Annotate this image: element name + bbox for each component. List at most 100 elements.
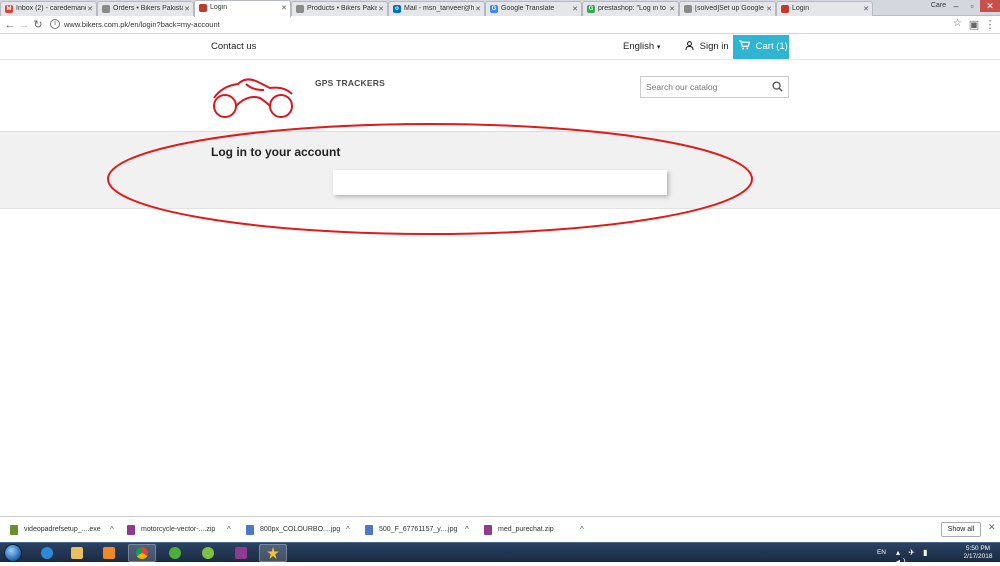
language-label: English — [623, 41, 655, 52]
login-form-container — [333, 170, 667, 195]
tab-8[interactable]: [solved]Set up Google ✕ — [679, 1, 776, 16]
tab-2[interactable]: Orders • Bikers Pakistan ✕ — [97, 1, 194, 16]
tab-favicon-icon: G — [490, 5, 498, 13]
window-controls: – ▫ ✕ — [948, 0, 1000, 14]
windows-taskbar: EN ▴ ✈ ▮ ◂) 5:50 PM 2/17/2018 — [0, 542, 1000, 566]
page-content: Log in to your account — [0, 132, 1000, 209]
tab-close-icon[interactable]: ✕ — [184, 5, 190, 13]
shopping-cart-icon — [739, 40, 751, 50]
editor-app-icon[interactable] — [194, 544, 222, 562]
show-all-button[interactable]: Show all — [941, 522, 981, 537]
start-button-icon[interactable] — [4, 544, 22, 562]
file-icon — [246, 525, 254, 535]
tab-label: Products • Bikers Pakista — [307, 5, 377, 12]
media-player-icon[interactable] — [95, 544, 123, 562]
download-options-caret-icon[interactable]: ^ — [110, 522, 114, 538]
tab-close-icon[interactable]: ✕ — [281, 4, 287, 12]
chrome-icon[interactable] — [128, 544, 156, 562]
download-item[interactable]: motorcycle-vector-....zip ^ — [127, 522, 235, 538]
clock[interactable]: 5:50 PM 2/17/2018 — [962, 545, 994, 561]
menu-item-gps-trackers[interactable]: GPS TRACKERS — [315, 78, 385, 88]
tab-1[interactable]: M Inbox (2) - caredemand ✕ — [0, 1, 97, 16]
maximize-icon[interactable]: ▫ — [964, 0, 980, 12]
close-shelf-icon[interactable]: ✕ — [988, 522, 996, 533]
file-explorer-icon[interactable] — [63, 544, 91, 562]
tab-label: Login — [210, 4, 228, 11]
tab-label: Login — [792, 5, 810, 12]
minimize-icon[interactable]: – — [948, 0, 964, 12]
tab-close-icon[interactable]: ✕ — [766, 5, 772, 13]
contact-us-link[interactable]: Contact us — [211, 41, 256, 52]
winrar-icon[interactable] — [227, 544, 255, 562]
tab-favicon-icon — [199, 4, 207, 12]
utorrent-icon[interactable] — [161, 544, 189, 562]
search-widget — [640, 76, 789, 98]
tab-favicon-icon — [684, 5, 692, 13]
tab-close-icon[interactable]: ✕ — [378, 5, 384, 13]
back-arrow-icon[interactable]: ← — [4, 18, 16, 32]
cart-button[interactable]: Cart (1) — [733, 35, 789, 59]
tab-7[interactable]: Gprestashop: "Log in to y ✕ — [582, 1, 679, 16]
screenshot-extension-icon[interactable]: ▣ — [968, 18, 980, 32]
download-filename: videopadrefsetup_....exe — [24, 526, 101, 533]
page-title: Log in to your account — [211, 145, 341, 159]
input-language[interactable]: EN — [877, 549, 886, 556]
download-filename: med_purechat.zip — [498, 526, 554, 533]
tab-label: prestashop: "Log in to y — [598, 5, 668, 12]
tab-9[interactable]: Login ✕ — [776, 1, 873, 16]
tab-5[interactable]: o Mail - msn_tanveer@ho ✕ — [388, 1, 485, 16]
tab-favicon-icon — [781, 5, 789, 13]
motorcycle-logo-icon[interactable] — [208, 72, 298, 123]
tab-favicon-icon: M — [5, 5, 13, 13]
download-options-caret-icon[interactable]: ^ — [227, 522, 231, 538]
tab-close-icon[interactable]: ✕ — [572, 5, 578, 13]
tab-label: Orders • Bikers Pakistan — [113, 5, 183, 12]
site-info-icon[interactable]: i — [50, 19, 60, 29]
tray-icons[interactable]: ▴ ✈ ▮ ◂) — [896, 548, 946, 566]
tab-4[interactable]: Products • Bikers Pakista✕ — [291, 1, 388, 16]
tab-close-icon[interactable]: ✕ — [669, 5, 675, 13]
internet-explorer-icon[interactable] — [33, 544, 61, 562]
sign-in-label: Sign in — [699, 41, 729, 52]
user-icon — [685, 41, 694, 51]
download-item[interactable]: med_purechat.zip ^ — [484, 522, 592, 538]
tab-label: [solved]Set up Google — [695, 5, 764, 12]
bookmark-star-icon[interactable]: ☆ — [953, 18, 962, 29]
tab-favicon-icon — [296, 5, 304, 13]
site-header: GPS TRACKERS — [0, 60, 1000, 132]
clock-date: 2/17/2018 — [963, 553, 993, 560]
download-options-caret-icon[interactable]: ^ — [346, 522, 350, 538]
download-item[interactable]: videopadrefsetup_....exe ^ — [10, 522, 118, 538]
file-icon — [10, 525, 18, 535]
tab-label: Mail - msn_tanveer@ho — [404, 5, 474, 12]
tab-3[interactable]: Login ✕ — [194, 0, 291, 17]
site-top-nav: Contact us English ▾ Sign in Cart (1) — [0, 35, 1000, 60]
tab-favicon-icon: o — [393, 5, 401, 13]
close-window-icon[interactable]: ✕ — [980, 0, 1000, 12]
search-icon[interactable] — [772, 81, 783, 92]
browser-tab-strip: M Inbox (2) - caredemand ✕ Orders • Bikers … — [0, 0, 1000, 17]
language-selector[interactable]: English ▾ — [623, 41, 660, 52]
menu-icon[interactable]: ⋮ — [984, 18, 996, 32]
download-shelf: videopadrefsetup_....exe ^ motorcycle-vect… — [0, 516, 1000, 542]
download-filename: 800px_COLOURBO....jpg — [260, 526, 341, 533]
download-filename: 500_F_67761157_y....jpg — [379, 526, 458, 533]
tab-close-icon[interactable]: ✕ — [863, 5, 869, 13]
tab-favicon-icon — [102, 5, 110, 13]
url-text[interactable]: www.bikers.com.pk/en/login?back=my-accou… — [64, 20, 220, 29]
star-app-icon[interactable] — [259, 544, 287, 562]
address-bar[interactable]: i www.bikers.com.pk/en/login?back=my-acc… — [48, 18, 968, 32]
download-options-caret-icon[interactable]: ^ — [580, 522, 584, 538]
download-item[interactable]: 500_F_67761157_y....jpg ^ — [365, 522, 473, 538]
reload-icon[interactable]: ↻ — [32, 18, 44, 32]
tab-close-icon[interactable]: ✕ — [475, 5, 481, 13]
tab-6[interactable]: G Google Translate ✕ — [485, 1, 582, 16]
tab-close-icon[interactable]: ✕ — [87, 5, 93, 13]
forward-arrow-icon[interactable]: → — [18, 18, 30, 32]
download-item[interactable]: 800px_COLOURBO....jpg ^ — [246, 522, 354, 538]
sign-in-link[interactable]: Sign in — [685, 41, 729, 52]
profile-button[interactable]: Care — [931, 2, 946, 9]
browser-toolbar: ← → ↻ i www.bikers.com.pk/en/login?back=… — [0, 16, 1000, 34]
download-options-caret-icon[interactable]: ^ — [465, 522, 469, 538]
search-input[interactable] — [646, 78, 766, 96]
